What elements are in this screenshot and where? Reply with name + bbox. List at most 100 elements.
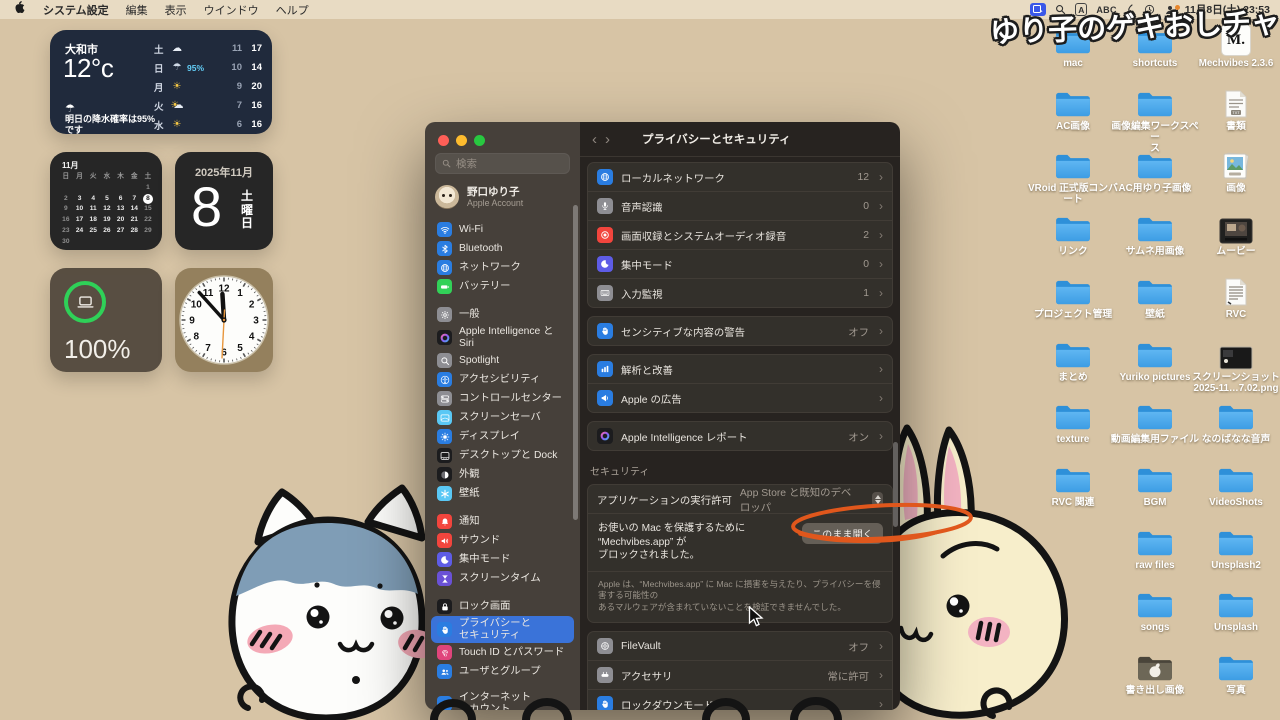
desktop-icon[interactable]: 写真 bbox=[1191, 651, 1280, 696]
sidebar-item[interactable]: ディスプレイ bbox=[431, 427, 574, 446]
globe-icon bbox=[597, 169, 613, 185]
settings-row[interactable]: Apple Intelligence レポートオン› bbox=[588, 422, 892, 450]
desktop-icon[interactable]: VRoid 正式版コンバート bbox=[1028, 149, 1118, 205]
desktop-icon[interactable]: 画像 bbox=[1191, 149, 1280, 194]
desktop-icon[interactable]: songs bbox=[1110, 588, 1200, 633]
settings-row[interactable]: 入力監視1› bbox=[588, 278, 892, 307]
apple-account-item[interactable]: 野口ゆり子 Apple Account bbox=[435, 182, 574, 212]
sidebar-item[interactable]: 一般 bbox=[431, 305, 574, 324]
apple-logo-icon[interactable] bbox=[14, 1, 26, 18]
row-label: 集中モード bbox=[621, 257, 673, 272]
desktop-icon[interactable]: スクリーンショット2025-11…7.02.png bbox=[1191, 338, 1280, 394]
sidebar-item[interactable]: ロック画面 bbox=[431, 597, 574, 616]
settings-row[interactable]: 解析と改善› bbox=[588, 355, 892, 383]
desktop-icon[interactable]: Yuriko pictures bbox=[1110, 338, 1200, 383]
sidebar-item[interactable]: Touch ID とパスワード bbox=[431, 643, 574, 662]
desktop-icon[interactable]: TXT書類 bbox=[1191, 87, 1280, 132]
svg-text:TXT: TXT bbox=[1232, 111, 1240, 115]
battery-widget[interactable]: 100% bbox=[50, 268, 162, 372]
folder-apple-icon bbox=[1110, 651, 1200, 683]
sidebar-item[interactable]: デスクトップと Dock bbox=[431, 446, 574, 465]
sidebar-item[interactable]: スクリーンタイム bbox=[431, 569, 574, 588]
back-chevron[interactable]: ‹ bbox=[592, 132, 597, 147]
settings-row[interactable]: 集中モード0› bbox=[588, 249, 892, 278]
sidebar-item[interactable]: ネットワーク bbox=[431, 258, 574, 277]
filevault-icon bbox=[597, 638, 613, 654]
menu-item-3[interactable]: ウインドウ bbox=[204, 2, 259, 18]
row-label: 画面収録とシステムオーディオ録音 bbox=[621, 228, 786, 243]
desktop-icon[interactable]: 壁紙 bbox=[1110, 275, 1200, 320]
sidebar-item[interactable]: バッテリー bbox=[431, 277, 574, 296]
calendar-weekday: 金 bbox=[127, 172, 141, 183]
calendar-day: 21 bbox=[127, 215, 141, 226]
date-widget[interactable]: 2025年11月 8 土曜日 bbox=[175, 152, 273, 250]
clock-widget[interactable]: 121234567891011 bbox=[175, 268, 273, 372]
sidebar-item[interactable]: 集中モード bbox=[431, 550, 574, 569]
sidebar-item[interactable]: アクセシビリティ bbox=[431, 370, 574, 389]
sidebar-scrollbar[interactable] bbox=[573, 205, 578, 520]
settings-row[interactable]: センシティブな内容の警告オフ› bbox=[588, 317, 892, 345]
calendar-day bbox=[59, 183, 73, 194]
menu-item-2[interactable]: 表示 bbox=[165, 2, 187, 18]
desktop-icon[interactable]: 書き出し画像 bbox=[1110, 651, 1200, 696]
calendar-day: 29 bbox=[141, 226, 155, 237]
desktop-icon[interactable]: プロジェクト管理 bbox=[1028, 275, 1118, 320]
sidebar-item[interactable]: ユーザとグループ bbox=[431, 662, 574, 681]
desktop-icon[interactable]: 画像編集ワークスペース bbox=[1110, 87, 1200, 154]
desktop-icon[interactable]: サムネ用画像 bbox=[1110, 212, 1200, 257]
desktop-icon[interactable]: Unsplash2 bbox=[1191, 526, 1280, 571]
calendar-widget[interactable]: 11月 日月火水木金土12345678910111213141516171819… bbox=[50, 152, 162, 250]
calendar-weekday: 月 bbox=[73, 172, 87, 183]
desktop-icon[interactable]: RVC bbox=[1191, 275, 1280, 320]
desktop-icon[interactable]: AC用ゆり子画像 bbox=[1110, 149, 1200, 194]
sidebar-item[interactable]: コントロールセンター bbox=[431, 389, 574, 408]
menu-item-0[interactable]: システム設定 bbox=[43, 2, 109, 18]
desktop-icon[interactable]: まとめ bbox=[1028, 338, 1118, 383]
sidebar-item[interactable]: サウンド bbox=[431, 531, 574, 550]
sidebar-item[interactable]: Spotlight bbox=[431, 351, 574, 370]
sidebar-item[interactable]: Bluetooth bbox=[431, 239, 574, 258]
settings-row[interactable]: アクセサリ常に許可› bbox=[588, 660, 892, 689]
settings-row[interactable]: 画面収録とシステムオーディオ録音2› bbox=[588, 220, 892, 249]
ai-icon bbox=[437, 330, 452, 345]
sidebar-item[interactable]: プライバシーとセキュリティ bbox=[431, 616, 574, 643]
sidebar-item[interactable]: 壁紙 bbox=[431, 484, 574, 503]
settings-row[interactable]: FileVaultオフ› bbox=[588, 632, 892, 660]
desktop-icon[interactable]: ムービー bbox=[1191, 212, 1280, 257]
calendar-day: 3 bbox=[73, 194, 87, 205]
forecast-row: 水☀616 bbox=[154, 115, 262, 134]
folder-icon bbox=[1110, 212, 1200, 244]
settings-row[interactable]: Apple の広告› bbox=[588, 383, 892, 412]
zoom-button[interactable] bbox=[474, 135, 485, 146]
chevron-right-icon: › bbox=[879, 228, 883, 242]
desktop-icon-label: プロジェクト管理 bbox=[1028, 309, 1118, 320]
minimize-button[interactable] bbox=[456, 135, 467, 146]
settings-row[interactable]: ローカルネットワーク12› bbox=[588, 163, 892, 191]
chevron-right-icon: › bbox=[879, 668, 883, 682]
menu-item-4[interactable]: ヘルプ bbox=[276, 2, 309, 18]
forward-chevron[interactable]: › bbox=[605, 132, 610, 147]
sidebar-item-label: ユーザとグループ bbox=[459, 666, 541, 678]
desktop-icon[interactable]: 動画編集用ファイル bbox=[1110, 400, 1200, 445]
desktop-icon[interactable]: AC画像 bbox=[1028, 87, 1118, 132]
sidebar-item[interactable]: Wi-Fi bbox=[431, 220, 574, 239]
search-input[interactable]: 検索 bbox=[435, 153, 570, 174]
desktop-icon[interactable]: リンク bbox=[1028, 212, 1118, 257]
desktop-icon[interactable]: Unsplash bbox=[1191, 588, 1280, 633]
desktop-icon[interactable]: VideoShots bbox=[1191, 463, 1280, 508]
folder-icon bbox=[1110, 338, 1200, 370]
sidebar-item[interactable]: スクリーンセーバ bbox=[431, 408, 574, 427]
sidebar-item[interactable]: 通知 bbox=[431, 512, 574, 531]
desktop-icon[interactable]: なのばなな音声 bbox=[1191, 400, 1280, 445]
settings-row[interactable]: 音声認識0› bbox=[588, 191, 892, 220]
sidebar-item[interactable]: 外観 bbox=[431, 465, 574, 484]
weather-widget[interactable]: 大和市 12°c ☂ 明日の降水確率は95%です 土☁1117日☂95%1014… bbox=[50, 30, 272, 134]
svg-text:4: 4 bbox=[249, 332, 255, 343]
weather-condition-icon: ☀ bbox=[167, 81, 187, 92]
close-button[interactable] bbox=[438, 135, 449, 146]
menu-item-1[interactable]: 編集 bbox=[126, 2, 148, 18]
desktop-icon[interactable]: BGM bbox=[1110, 463, 1200, 508]
calendar-day: 27 bbox=[114, 226, 128, 237]
desktop-icon[interactable]: raw files bbox=[1110, 526, 1200, 571]
sidebar-item[interactable]: Apple Intelligence と Siri bbox=[431, 324, 574, 351]
